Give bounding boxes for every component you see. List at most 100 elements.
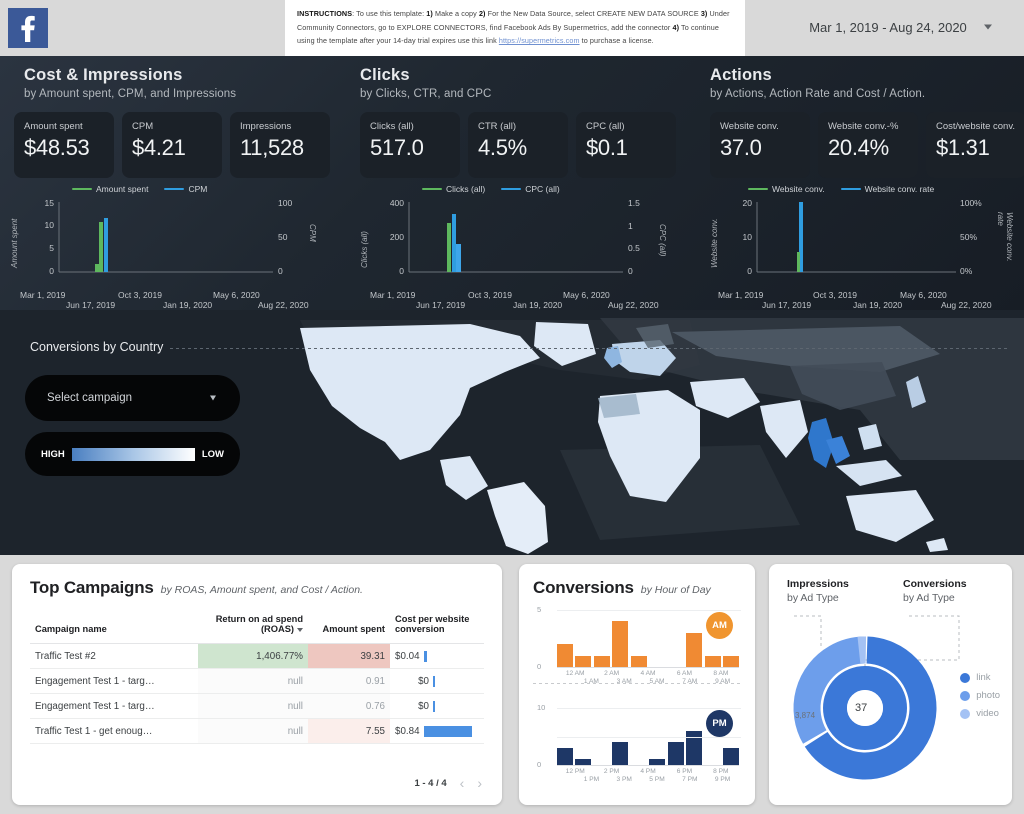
- scorecard-amount-spent[interactable]: Amount spent $48.53: [14, 112, 114, 178]
- donut-legend: link photo video: [960, 672, 1000, 726]
- supermetrics-link[interactable]: https://supermetrics.com: [499, 36, 580, 45]
- col-amount-spent[interactable]: Amount spent: [308, 610, 390, 644]
- scorecard-row: Amount spent $48.53 CPM $4.21 Impression…: [14, 112, 330, 178]
- donut-right-title-text: Conversions: [903, 578, 967, 590]
- chart-cost-impressions[interactable]: Amount spent CPM Amount spent 15 10 5 0: [8, 184, 342, 306]
- table-header-row: Campaign name Return on ad spend (ROAS) …: [30, 610, 484, 644]
- y-tick-right: 100%: [960, 198, 994, 208]
- y-axis-right-label: CPM: [308, 224, 317, 264]
- legend-item: Website conv.: [748, 184, 825, 194]
- scorecard-value: 4.5%: [478, 135, 568, 161]
- x-tick: 2 AM: [593, 670, 629, 677]
- scorecard-ctr[interactable]: CTR (all) 4.5%: [468, 112, 568, 178]
- sort-descending-icon[interactable]: [297, 628, 303, 632]
- group-actions: Actions by Actions, Action Rate and Cost…: [700, 56, 1024, 310]
- instructions-text-1: : To use this template:: [352, 9, 426, 18]
- legend-label: CPM: [188, 184, 207, 194]
- campaign-select[interactable]: Select campaign: [25, 375, 240, 421]
- legend-item-video[interactable]: video: [960, 708, 1000, 719]
- scorecard-impressions[interactable]: Impressions 11,528: [230, 112, 330, 178]
- legend-low-label: LOW: [202, 449, 224, 460]
- bar-12am: [557, 644, 573, 667]
- scorecard-label: Impressions: [240, 121, 330, 132]
- scorecard-cost-per-website-conv[interactable]: Cost/website conv. $1.31: [926, 112, 1024, 178]
- table-row[interactable]: Engagement Test 1 - targ… null 0.91 $0: [30, 669, 484, 694]
- x-tick: 6 PM: [666, 768, 702, 775]
- table-row[interactable]: Traffic Test #2 1,406.77% 39.31 $0.04: [30, 644, 484, 669]
- cell-cost-per-conv: $0.04: [390, 644, 484, 669]
- donut-right-subtitle: by Ad Type: [903, 592, 967, 604]
- scorecard-row: Website conv. 37.0 Website conv.-% 20.4%…: [710, 112, 1024, 178]
- legend-item-link[interactable]: link: [960, 672, 1000, 683]
- bar-7pm: [686, 731, 702, 765]
- y-tick-right: 0.5: [628, 243, 658, 253]
- donut-left-title: Impressions by Ad Type: [787, 578, 849, 604]
- scorecard-label: CPM: [132, 121, 222, 132]
- cell-bar-wrap: $0.04: [395, 651, 479, 662]
- col-campaign-name[interactable]: Campaign name: [30, 610, 198, 644]
- chart-actions[interactable]: Website conv. Website conv. rate Website…: [708, 184, 1018, 306]
- chart-legend: Clicks (all) CPC (all): [422, 184, 560, 194]
- cell-roas: null: [198, 694, 308, 719]
- campaigns-table[interactable]: Campaign name Return on ad spend (ROAS) …: [30, 610, 484, 744]
- bar-7am: [686, 633, 702, 667]
- x-tick: Oct 3, 2019: [118, 290, 162, 300]
- bar-6pm: [668, 742, 684, 765]
- x-tick: 8 PM: [703, 768, 739, 775]
- x-tick: Jun 17, 2019: [762, 300, 811, 310]
- instructions-step-2: 2): [479, 9, 486, 18]
- scorecard-label: Amount spent: [24, 121, 114, 132]
- chart-divider: [533, 683, 741, 684]
- date-range-picker[interactable]: Mar 1, 2019 - Aug 24, 2020: [760, 8, 1016, 46]
- y-tick-right: 1.5: [628, 198, 658, 208]
- legend-dot-icon: [960, 709, 970, 719]
- donut-outer-label-link: 7,459: [913, 780, 933, 789]
- scorecard-value: 517.0: [370, 135, 460, 161]
- legend-swatch-icon: [841, 188, 861, 191]
- bar-9pm: [723, 748, 739, 765]
- legend-swatch-icon: [72, 188, 92, 191]
- scorecard-cpc[interactable]: CPC (all) $0.1: [576, 112, 676, 178]
- bottom-section: Top Campaigns by ROAS, Amount spent, and…: [0, 555, 1024, 814]
- scorecard-value: $48.53: [24, 135, 114, 161]
- inline-bar: [424, 726, 472, 737]
- x-tick: 2 PM: [593, 768, 629, 775]
- legend-swatch-icon: [422, 188, 442, 191]
- kpi-panel: Cost & Impressions by Amount spent, CPM,…: [0, 56, 1024, 310]
- campaign-select-label: Select campaign: [47, 392, 132, 404]
- donut-outer-label-photo: 3,874: [795, 711, 815, 720]
- scorecard-website-conv-pct[interactable]: Website conv.-% 20.4%: [818, 112, 918, 178]
- chart-clicks[interactable]: Clicks (all) CPC (all) Clicks (all) 400 …: [358, 184, 692, 306]
- legend-label: Amount spent: [96, 184, 148, 194]
- group-subtitle: by Amount spent, CPM, and Impressions: [24, 88, 236, 100]
- y-tick-right: 0: [628, 266, 658, 276]
- cell-cost-per-conv: $0: [390, 669, 484, 694]
- legend-label: Website conv. rate: [865, 184, 935, 194]
- am-plot: [557, 610, 739, 668]
- legend-item-photo[interactable]: photo: [960, 690, 1000, 701]
- col-cost-per-conv[interactable]: Cost per website conversion: [390, 610, 484, 644]
- chevron-down-icon: [210, 396, 216, 401]
- table-row[interactable]: Engagement Test 1 - targ… null 0.76 $0: [30, 694, 484, 719]
- col-cost-line2: conversion: [395, 624, 445, 634]
- am-bars: [557, 610, 739, 667]
- x-tick: Jun 17, 2019: [416, 300, 465, 310]
- chevron-left-icon[interactable]: ‹: [460, 775, 465, 791]
- col-roas[interactable]: Return on ad spend (ROAS): [198, 610, 308, 644]
- legend-high-label: HIGH: [41, 449, 65, 460]
- group-subtitle: by Clicks, CTR, and CPC: [360, 88, 491, 100]
- y-tick-right: 50%: [960, 232, 994, 242]
- scorecard-cpm[interactable]: CPM $4.21: [122, 112, 222, 178]
- cell-amount-spent: 39.31: [308, 644, 390, 669]
- x-tick: 12 PM: [557, 768, 593, 775]
- legend-item: CPC (all): [501, 184, 559, 194]
- instructions-banner: INSTRUCTIONS: To use this template: 1) M…: [285, 0, 745, 56]
- chevron-right-icon[interactable]: ›: [477, 775, 482, 791]
- card-header: Conversions by Hour of Day: [533, 578, 711, 598]
- cell-amount-spent: 0.91: [308, 669, 390, 694]
- scorecard-clicks[interactable]: Clicks (all) 517.0: [360, 112, 460, 178]
- scorecard-website-conv[interactable]: Website conv. 37.0: [710, 112, 810, 178]
- top-campaigns-card: Top Campaigns by ROAS, Amount spent, and…: [12, 564, 502, 805]
- table-row[interactable]: Traffic Test 1 - get enoug… null 7.55 $0…: [30, 719, 484, 744]
- legend-label: link: [976, 672, 990, 683]
